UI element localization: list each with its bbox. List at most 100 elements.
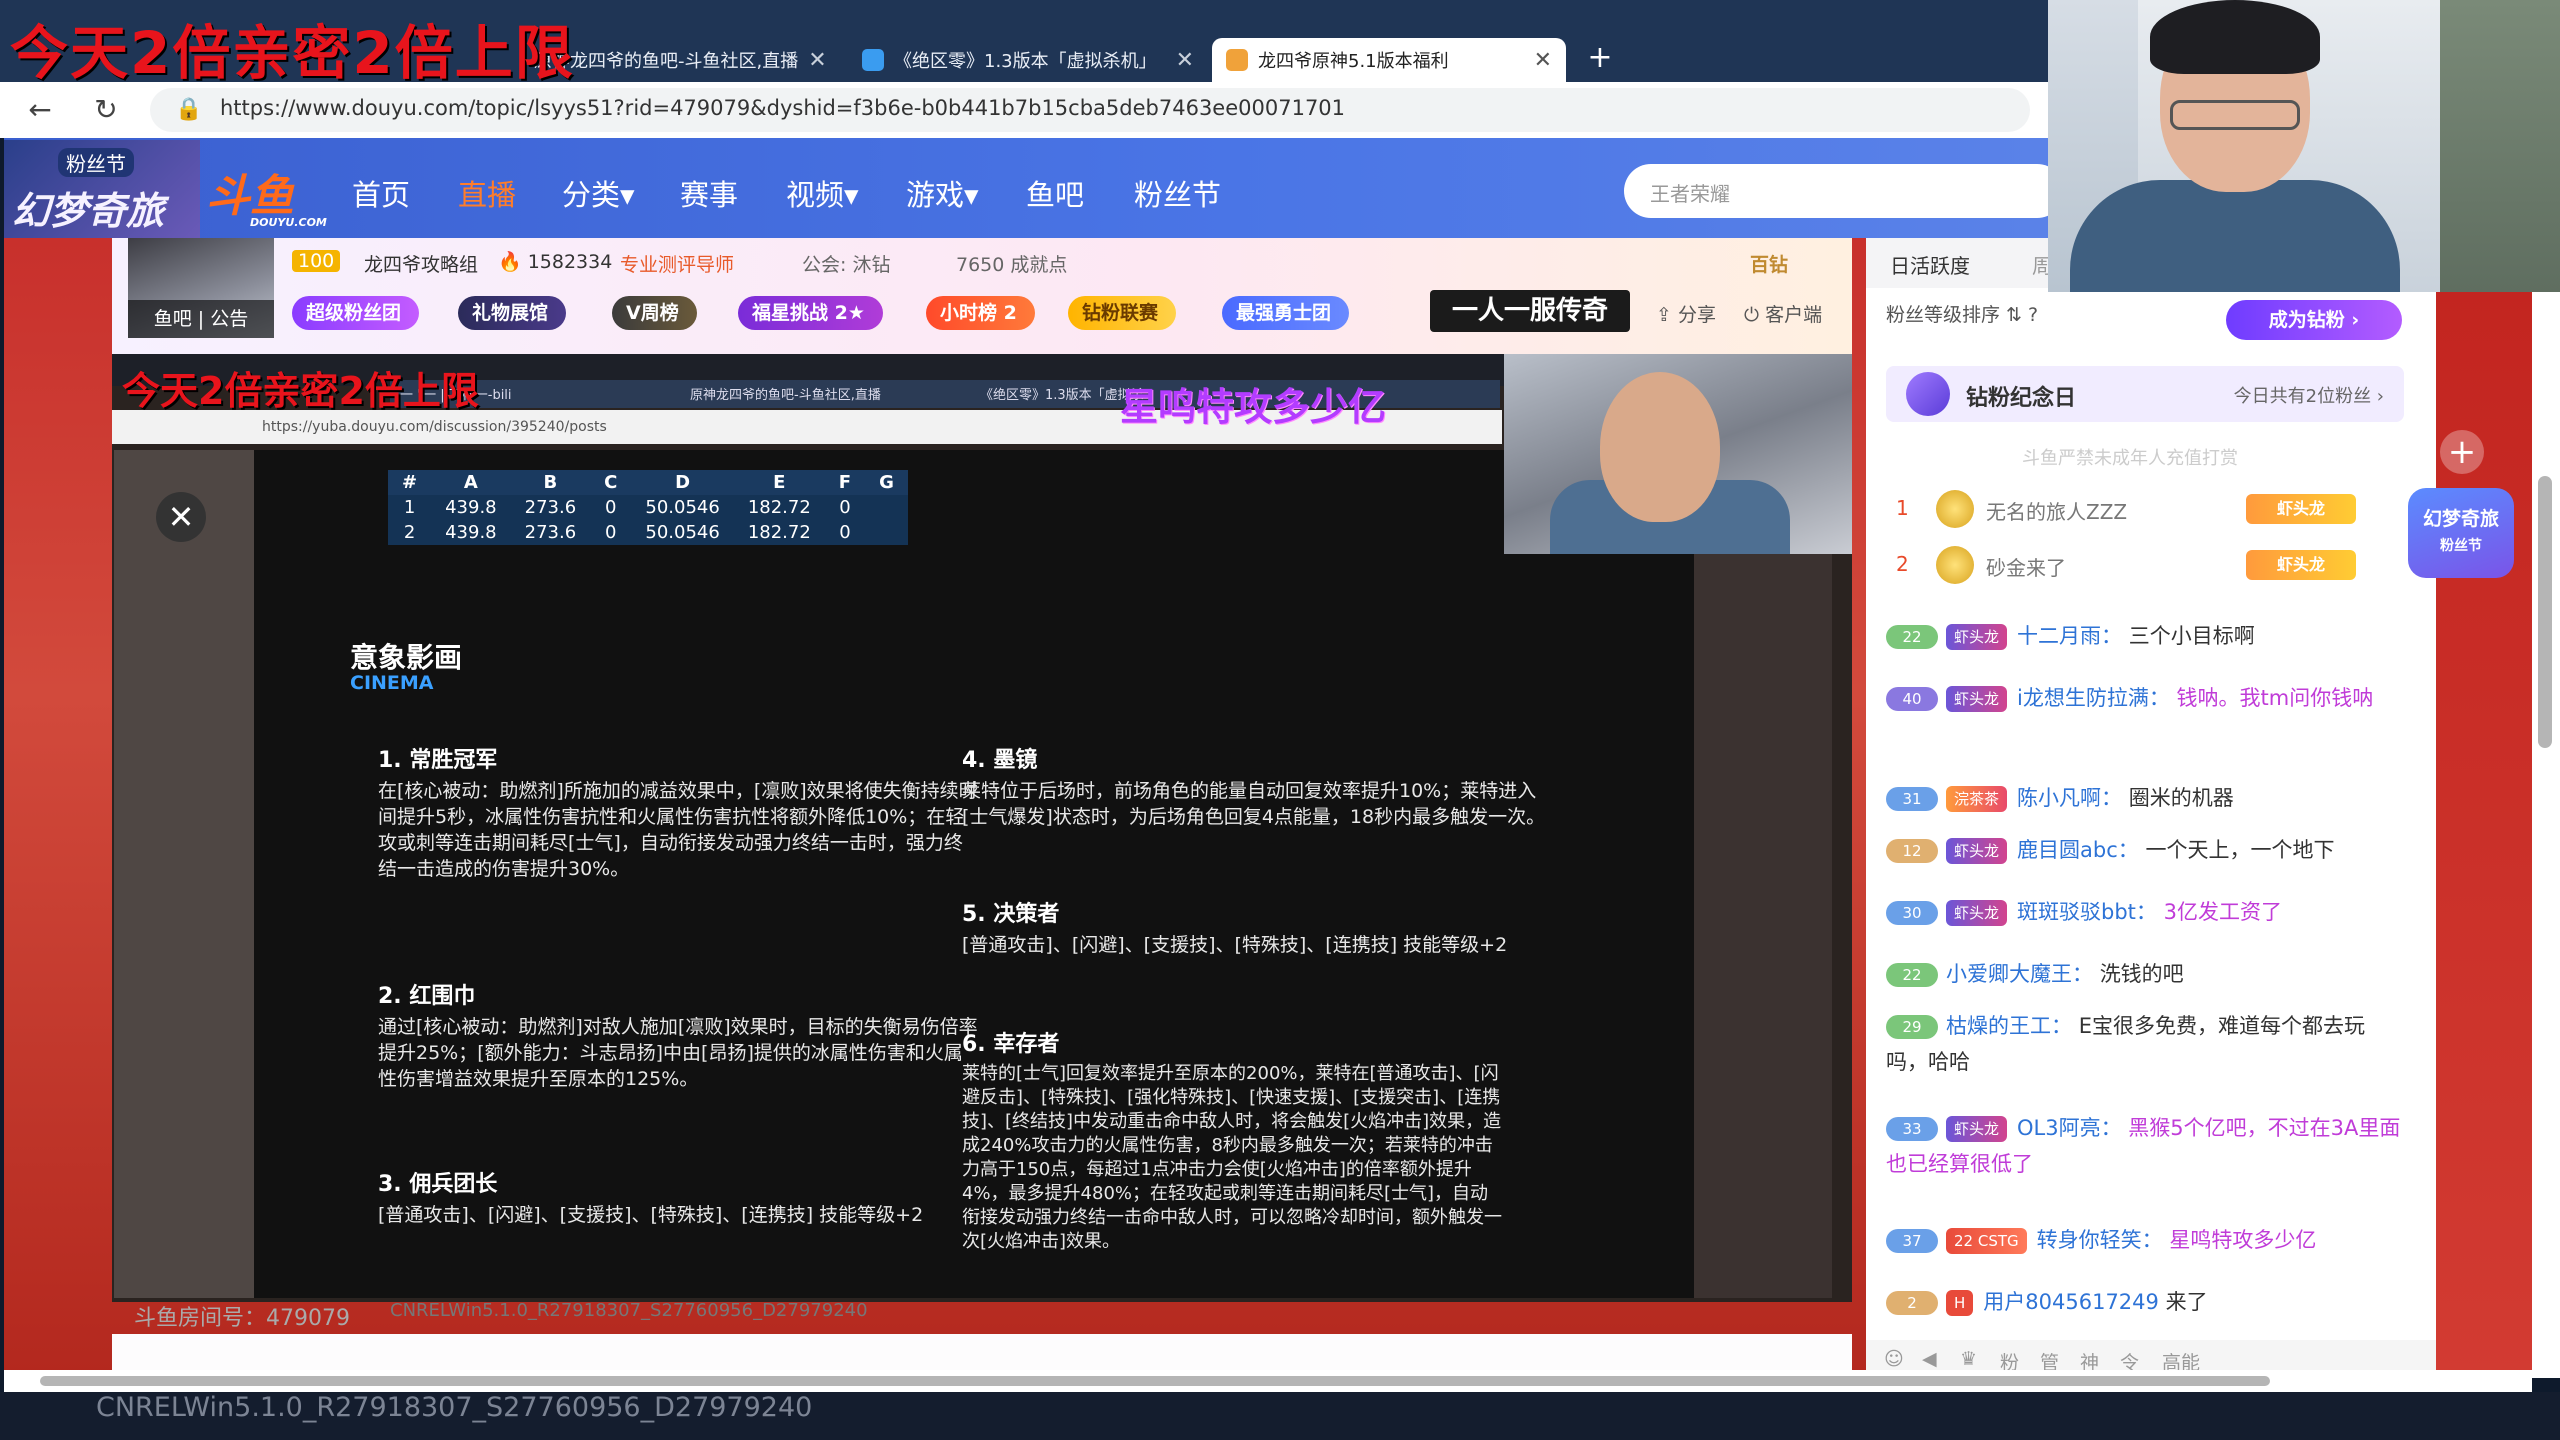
- hourly-rank-button[interactable]: 小时榜 2: [926, 296, 1035, 330]
- chat-username[interactable]: 十二月雨：: [2017, 624, 2122, 648]
- avatar: [1936, 490, 1974, 528]
- fan-festival-banner[interactable]: 粉丝节 幻梦奇旅: [4, 140, 200, 238]
- douyu-logo[interactable]: 斗鱼 DOUYU.COM: [206, 160, 327, 229]
- close-icon[interactable]: ✕: [1534, 48, 1552, 73]
- diamond-day-title: 钻粉纪念日: [1966, 386, 2077, 411]
- chat-message[interactable]: 40 虾头龙 i龙想生防拉满： 钱呐。我tm问你钱呐: [1886, 680, 2406, 716]
- client-button[interactable]: ⏻ 客户端: [1744, 300, 1822, 327]
- diamond-anniversary-card[interactable]: 钻粉纪念日 今日共有2位粉丝 ›: [1886, 366, 2404, 422]
- lock-icon[interactable]: 🔒: [175, 97, 202, 122]
- chat-username[interactable]: 转身你轻笑：: [2037, 1228, 2163, 1252]
- cell: 0: [590, 520, 632, 545]
- avatar: [1936, 546, 1974, 584]
- section-body: 通过[核心被动：助燃剂]对敌人施加[凛败]效果时，目标的失衡易伤倍率提升25%；…: [378, 1016, 978, 1090]
- section-body: 在[核心被动：助燃剂]所施加的减益效果中，[凛败]效果将使失衡持续时间提升5秒，…: [378, 780, 978, 880]
- url-field[interactable]: https://www.douyu.com/topic/lsyys51?rid=…: [150, 88, 2030, 132]
- yuba-notice-link[interactable]: 鱼吧 | 公告: [128, 300, 274, 338]
- chat-username[interactable]: 陈小凡啊：: [2017, 786, 2122, 810]
- diamond-league-button[interactable]: 钻粉联赛: [1068, 296, 1177, 330]
- fan-medal: 虾头龙: [1946, 900, 2008, 926]
- fan-medal: 虾头龙: [1946, 624, 2008, 650]
- cell: 182.72: [733, 495, 825, 520]
- vertical-scrollbar[interactable]: [2532, 238, 2560, 1378]
- achievement-label[interactable]: 7650 成就点: [956, 250, 1067, 277]
- volume-icon[interactable]: ◀: [1922, 1348, 1937, 1370]
- chat-message[interactable]: 31 浣茶茶 陈小凡啊： 圈米的机器: [1886, 780, 2406, 816]
- server-legend-banner[interactable]: 一人一服传奇: [1430, 290, 1630, 332]
- fan-level-sort[interactable]: 粉丝等级排序 ⇅ ?: [1886, 300, 2038, 327]
- horizontal-scroll-thumb[interactable]: [40, 1376, 2270, 1386]
- close-icon[interactable]: ✕: [1176, 48, 1194, 73]
- cell: 0: [590, 495, 632, 520]
- user-level-badge: 31: [1886, 787, 1938, 811]
- v-weekly-button[interactable]: V周榜: [612, 296, 697, 330]
- user-level-badge: 33: [1886, 1117, 1938, 1141]
- chat-message[interactable]: 30 虾头龙 斑斑驳驳bbt： 3亿发工资了: [1886, 894, 2406, 930]
- chat-username[interactable]: 斑斑驳驳bbt：: [2017, 900, 2157, 924]
- anchor-tag[interactable]: 专业测评导师: [620, 250, 734, 277]
- super-fan-group-button[interactable]: 超级粉丝团: [292, 296, 420, 330]
- browser-tab-active[interactable]: 龙四爷原神5.1版本福利 ✕: [1212, 38, 1566, 82]
- section-body: 莱特位于后场时，前场角色的能量自动回复效率提升10%；莱特进入[士气爆发]状态时…: [962, 780, 1546, 828]
- rank-row[interactable]: 2 砂金来了 虾头龙: [1886, 538, 2404, 590]
- chat-username[interactable]: 枯燥的王工：: [1946, 1014, 2072, 1038]
- chat-message[interactable]: 22 小爱卿大魔王： 洗钱的吧: [1886, 956, 2406, 992]
- tab-label: 《绝区零》1.3版本「虚拟杀机」: [894, 51, 1157, 72]
- user-level-badge: 30: [1886, 901, 1938, 925]
- back-button[interactable]: ←: [22, 92, 58, 128]
- chat-username[interactable]: 用户8045617249: [1983, 1290, 2159, 1314]
- chat-message[interactable]: 2 H 用户8045617249 来了: [1886, 1284, 2406, 1320]
- bravest-warrior-button[interactable]: 最强勇士团: [1222, 296, 1350, 330]
- crown-icon[interactable]: ♛: [1960, 1348, 1977, 1370]
- chat-message[interactable]: 12 虾头龙 鹿目圆abc： 一个天上，一个地下: [1886, 832, 2406, 868]
- lucky-star-button[interactable]: 福星挑战 2★: [738, 296, 883, 330]
- fan-festival-event-badge[interactable]: 幻梦奇旅 粉丝节: [2408, 488, 2514, 578]
- nav-games[interactable]: 游戏▾: [906, 172, 979, 214]
- reload-button[interactable]: ↻: [88, 92, 124, 128]
- user-level-badge: 12: [1886, 839, 1938, 863]
- nav-events[interactable]: 赛事: [680, 172, 738, 214]
- chat-username[interactable]: OL3阿亮：: [2017, 1116, 2122, 1140]
- chat-text: 一个天上，一个地下: [2145, 838, 2335, 862]
- chat-username[interactable]: i龙想生防拉满：: [2017, 686, 2170, 710]
- nav-home[interactable]: 首页: [352, 172, 410, 214]
- section-title: 1. 常胜冠军: [378, 748, 498, 773]
- emoji-icon[interactable]: ☺: [1884, 1348, 1904, 1370]
- nav-yuba[interactable]: 鱼吧: [1026, 172, 1084, 214]
- anchor-name[interactable]: 龙四爷攻略组: [364, 250, 478, 277]
- stream-overlay-text-inner: 今天2倍亲密2倍上限: [122, 369, 479, 413]
- doc-subtitle: CINEMA: [350, 672, 434, 694]
- share-button[interactable]: ⇪ 分享: [1656, 300, 1716, 327]
- close-icon[interactable]: ✕: [156, 492, 206, 542]
- nav-category[interactable]: 分类▾: [562, 172, 635, 214]
- rank-row[interactable]: 1 无名的旅人ZZZ 虾头龙: [1886, 482, 2404, 534]
- tab-daily-activity[interactable]: 日活跃度: [1890, 250, 1970, 279]
- new-tab-button[interactable]: +: [1580, 38, 1620, 78]
- chat-message[interactable]: 22 虾头龙 十二月雨： 三个小目标啊: [1886, 618, 2406, 654]
- close-icon[interactable]: ✕: [808, 48, 826, 73]
- nav-fan-festival[interactable]: 粉丝节: [1134, 172, 1221, 214]
- gift-hall-button[interactable]: 礼物展馆: [458, 296, 567, 330]
- become-diamond-fan-button[interactable]: 成为钻粉 ›: [2226, 300, 2402, 340]
- cell: 0: [824, 495, 866, 520]
- chat-username[interactable]: 小爱卿大魔王：: [1946, 962, 2093, 986]
- chat-message[interactable]: 37 22 CSTG 转身你轻笑： 星鸣特攻多少亿: [1886, 1222, 2406, 1258]
- banner-title: 幻梦奇旅: [12, 189, 165, 233]
- chat-message[interactable]: 33 虾头龙 OL3阿亮： 黑猴5个亿吧，不过在3A里面也已经算很低了: [1886, 1110, 2406, 1182]
- browser-tab[interactable]: 《绝区零》1.3版本「虚拟杀机」 ✕: [848, 38, 1208, 82]
- table-header-row: # A B C D E F G: [388, 470, 908, 495]
- search-input[interactable]: 王者荣耀: [1624, 164, 2064, 218]
- nav-live[interactable]: 直播: [458, 172, 516, 214]
- guild-label[interactable]: 公会: 沐钻: [802, 250, 890, 277]
- plus-icon[interactable]: +: [2440, 430, 2484, 474]
- cell: 50.0546: [631, 520, 734, 545]
- rank-number: 2: [1896, 552, 1909, 576]
- chat-message[interactable]: 29 枯燥的王工： E宝很多免费，难道每个都去玩吗，哈哈: [1886, 1008, 2406, 1080]
- event-subtitle: 粉丝节: [2440, 538, 2482, 554]
- section-title: 5. 决策者: [962, 902, 1060, 927]
- anchor-level-badge: 100: [292, 250, 341, 272]
- vertical-scroll-thumb[interactable]: [2538, 476, 2552, 748]
- hundred-diamond-badge[interactable]: 百钻: [1750, 250, 1788, 277]
- chat-username[interactable]: 鹿目圆abc：: [2017, 838, 2139, 862]
- nav-video[interactable]: 视频▾: [786, 172, 859, 214]
